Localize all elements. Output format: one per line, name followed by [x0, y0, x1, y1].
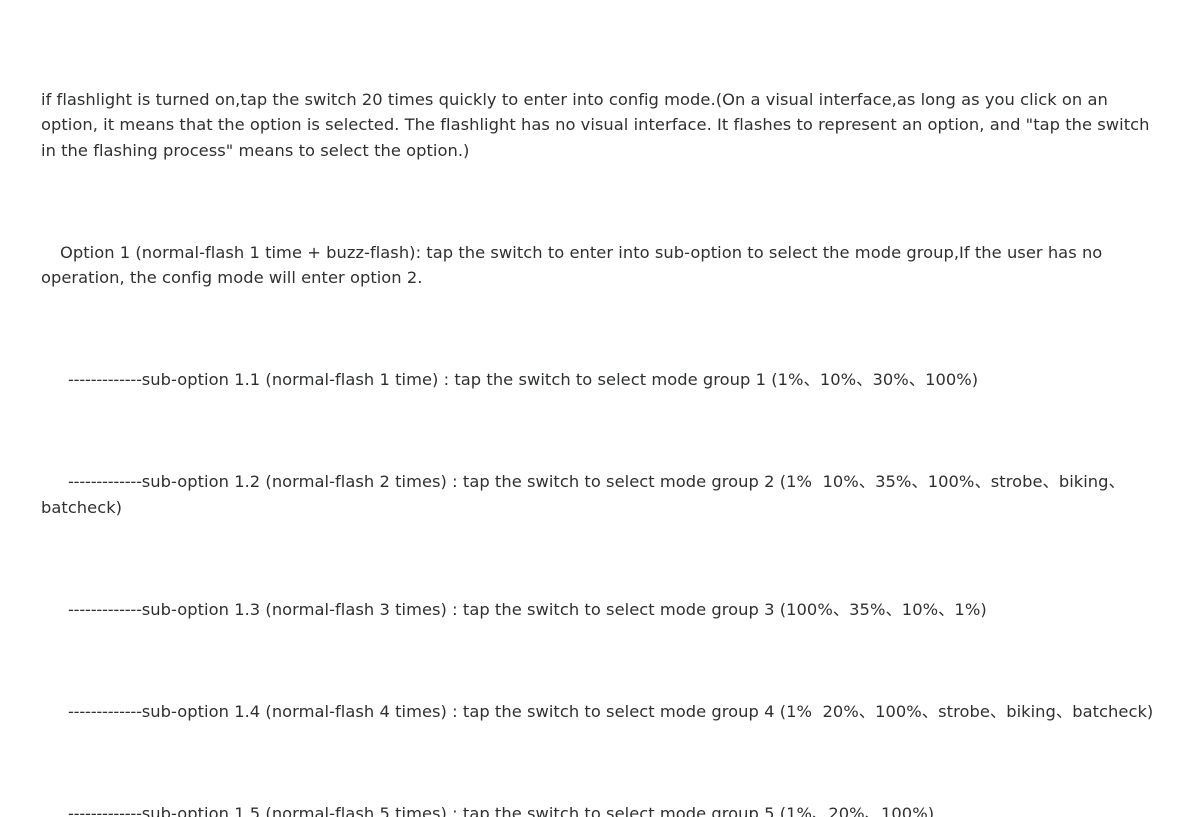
sub-option-dash-prefix: -------------: [68, 370, 142, 389]
sub-option-dash-prefix: -------------: [68, 701, 142, 721]
sub-option-dash-prefix: -------------: [68, 599, 142, 619]
sub-option-dash-prefix: -------------: [68, 472, 142, 491]
sub-option-1-1-line: -------------sub-option 1.1 (normal-flas…: [41, 367, 1156, 393]
sub-option-1-4-text: sub-option 1.4 (normal-flash 4 times) : …: [141, 701, 1154, 721]
sub-option-1-4-line: -------------sub-option 1.4 (normal-flas…: [41, 699, 1156, 725]
sub-option-1-3-text: sub-option 1.3 (normal-flash 3 times) : …: [141, 599, 987, 619]
sub-option-1-2-text: sub-option 1.2 (normal-flash 2 times) : …: [41, 472, 1125, 517]
sub-option-1-5-line: -------------sub-option 1.5 (normal-flas…: [41, 801, 1156, 817]
document-page: if flashlight is turned on,tap the switc…: [0, 0, 1200, 817]
intro-paragraph: if flashlight is turned on,tap the switc…: [41, 89, 1155, 160]
option-1-text: Option 1 (normal-flash 1 time + buzz-fla…: [41, 242, 1108, 288]
sub-option-1-1-text: sub-option 1.1 (normal-flash 1 time) : t…: [141, 370, 979, 389]
sub-option-dash-prefix: -------------: [68, 803, 142, 817]
sub-option-1-3-line: -------------sub-option 1.3 (normal-flas…: [41, 597, 1156, 623]
document-body: if flashlight is turned on,tap the switc…: [41, 10, 1156, 817]
sub-option-1-5-text: sub-option 1.5 (normal-flash 5 times) : …: [141, 803, 935, 817]
sub-option-1-2-line: -------------sub-option 1.2 (normal-flas…: [41, 469, 1156, 520]
option-1-paragraph: Option 1 (normal-flash 1 time + buzz-fla…: [41, 240, 1156, 291]
